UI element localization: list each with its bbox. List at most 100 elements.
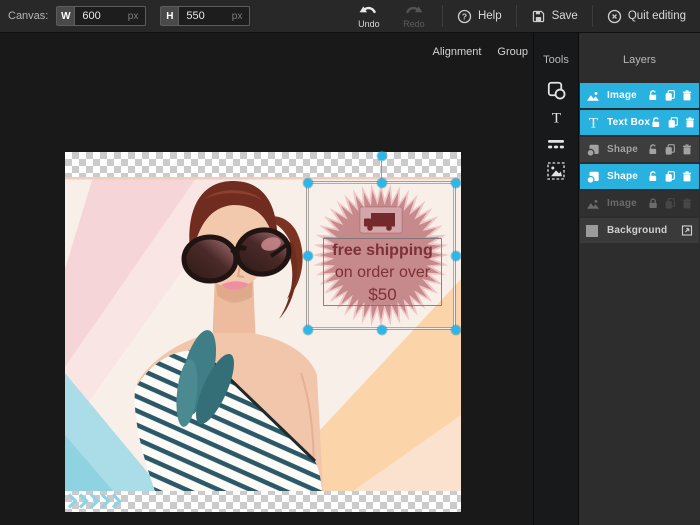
shape-tool-button[interactable]	[534, 79, 578, 101]
unlock-icon[interactable]	[647, 143, 659, 156]
save-floppy-icon	[532, 10, 544, 22]
image-icon	[586, 88, 601, 103]
redo-arrow-icon	[406, 5, 423, 13]
canvas-height-value: 550	[186, 10, 205, 22]
redo-label: Redo	[403, 18, 425, 29]
svg-text:T: T	[589, 116, 598, 130]
canvas-width-value: 600	[82, 10, 101, 22]
canvas-width-unit: px	[127, 10, 139, 22]
layer-actions	[647, 170, 693, 183]
top-toolbar: Canvas: W 600 px H 550 px Undo Redo ? He…	[0, 0, 700, 33]
text-icon: T	[551, 110, 560, 124]
layer-label: Shape	[607, 171, 639, 182]
resize-handle-sw[interactable]	[303, 325, 313, 335]
layer-row-shape[interactable]: Shape	[580, 164, 699, 189]
help-label: Help	[477, 10, 502, 22]
alignment-button[interactable]: Alignment	[433, 46, 482, 58]
unlock-icon[interactable]	[650, 116, 662, 129]
resize-handle-n[interactable]	[377, 178, 387, 188]
canvas-height-input[interactable]: 550 px	[178, 6, 251, 26]
canvas-height-unit: px	[231, 10, 243, 22]
duplicate-icon[interactable]	[667, 116, 679, 129]
quit-editing-button[interactable]: Quit editing	[604, 9, 692, 24]
resize-handle-ne[interactable]	[451, 178, 461, 188]
undo-label: Undo	[358, 18, 380, 29]
image-icon	[586, 196, 601, 211]
rotation-handle[interactable]	[377, 151, 387, 161]
height-key-label: H	[160, 6, 179, 26]
lines-icon	[548, 139, 564, 148]
image-tool-button[interactable]	[534, 160, 578, 182]
badge-line-1: free shipping	[332, 242, 433, 259]
layer-row-text-box[interactable]: T Text Box	[580, 110, 699, 135]
toolbar-separator	[591, 5, 593, 27]
duplicate-icon[interactable]	[664, 89, 676, 102]
save-button[interactable]: Save	[528, 9, 581, 24]
layer-actions	[647, 89, 693, 102]
layers-panel: Layers Image T Text Box Shape Shape Image Back…	[578, 33, 700, 525]
unlock-icon[interactable]	[647, 89, 659, 102]
layer-label: Shape	[607, 144, 639, 155]
trash-icon[interactable]	[681, 170, 693, 183]
resize-handle-w[interactable]	[303, 251, 313, 261]
redo-button[interactable]: Redo	[397, 4, 431, 29]
duplicate-icon[interactable]	[664, 143, 676, 156]
text-icon: T	[586, 115, 601, 130]
layer-actions	[650, 116, 696, 129]
layer-label: Text Box	[607, 117, 651, 128]
resize-handle-nw[interactable]	[303, 178, 313, 188]
lines-tool-button[interactable]	[534, 133, 578, 155]
help-circle-icon: ?	[457, 9, 472, 23]
resize-handle-s[interactable]	[377, 325, 387, 335]
badge-line-2: on order over	[334, 264, 431, 281]
layer-row-background[interactable]: Background	[580, 218, 699, 243]
toolbar-separator	[515, 5, 517, 27]
context-bar: Alignment Group	[433, 46, 529, 58]
unlock-icon[interactable]	[647, 170, 659, 183]
shape-icon	[586, 169, 601, 184]
badge-text-box[interactable]: free shipping on order over $50	[323, 238, 442, 306]
resize-handle-e[interactable]	[451, 251, 461, 261]
truck-icon	[359, 206, 403, 234]
canvas-size-label: Canvas:	[8, 10, 49, 22]
lock-icon[interactable]	[647, 197, 659, 210]
save-label: Save	[551, 10, 578, 22]
undo-arrow-icon	[360, 5, 377, 13]
image-frame-icon	[547, 162, 565, 180]
group-button[interactable]: Group	[497, 46, 528, 58]
workspace: Alignment Group free shipping on order o…	[0, 33, 533, 525]
help-button[interactable]: ? Help	[454, 9, 505, 24]
toolbar-separator	[441, 5, 443, 27]
layer-actions	[681, 224, 693, 237]
layer-actions	[647, 197, 693, 210]
duplicate-icon[interactable]	[664, 197, 676, 210]
trash-icon[interactable]	[681, 197, 693, 210]
layer-actions	[647, 143, 693, 156]
shapes-icon	[547, 81, 565, 99]
trash-icon[interactable]	[681, 143, 693, 156]
selection-bounding-box[interactable]: free shipping on order over $50	[303, 151, 461, 335]
layer-label: Image	[607, 198, 637, 209]
badge-line-3: $50	[368, 285, 397, 304]
duplicate-icon[interactable]	[664, 170, 676, 183]
text-tool-button[interactable]: T	[534, 106, 578, 128]
layer-row-image[interactable]: Image	[580, 83, 699, 108]
swatch-icon	[586, 223, 601, 238]
quit-editing-label: Quit editing	[627, 10, 686, 22]
layer-label: Background	[607, 225, 668, 236]
layer-row-shape[interactable]: Shape	[580, 137, 699, 162]
layer-label: Image	[607, 90, 637, 101]
design-canvas[interactable]: free shipping on order over $50	[65, 151, 461, 512]
layer-row-image[interactable]: Image	[580, 191, 699, 216]
layers-panel-title: Layers	[622, 54, 657, 66]
width-key-label: W	[56, 6, 75, 26]
quit-circle-icon	[607, 9, 621, 23]
shape-icon	[586, 142, 601, 157]
canvas-width-input[interactable]: 600 px	[74, 6, 147, 26]
undo-button[interactable]: Undo	[352, 4, 386, 29]
resize-handle-se[interactable]	[451, 325, 461, 335]
resize-icon[interactable]	[681, 224, 693, 237]
trash-icon[interactable]	[684, 116, 696, 129]
trash-icon[interactable]	[681, 89, 693, 102]
tools-panel-title: Tools	[543, 54, 569, 66]
